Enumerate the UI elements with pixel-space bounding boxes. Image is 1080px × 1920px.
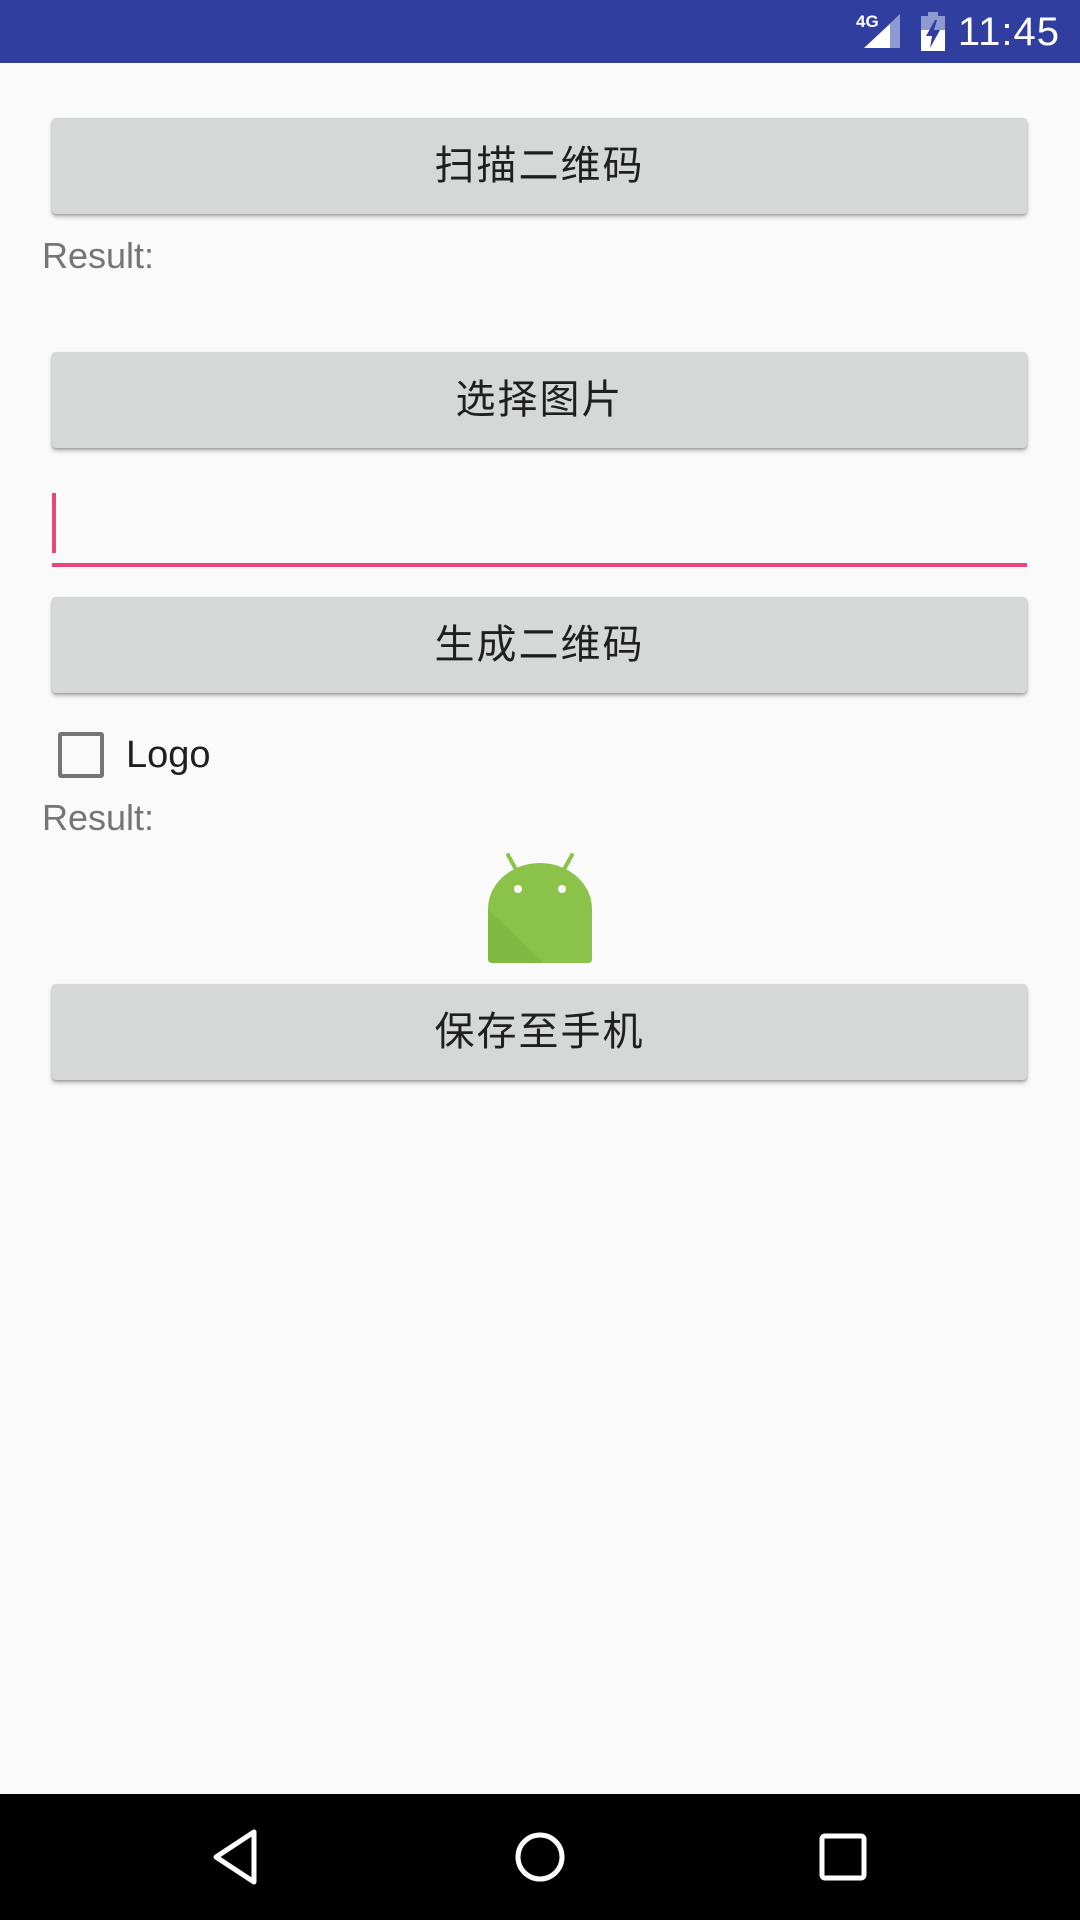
generate-qr-button[interactable]: 生成二维码 bbox=[52, 597, 1027, 693]
back-icon[interactable] bbox=[202, 1822, 272, 1892]
text-cursor bbox=[52, 493, 56, 553]
save-to-phone-button[interactable]: 保存至手机 bbox=[52, 984, 1027, 1080]
status-bar: 4G 11:45 bbox=[0, 0, 1080, 63]
logo-checkbox-label[interactable]: Logo bbox=[126, 734, 211, 777]
qr-text-input[interactable] bbox=[52, 485, 1027, 567]
main-content: 扫描二维码 Result: 选择图片 生成二维码 Logo Result: 保存… bbox=[0, 63, 1080, 1793]
navigation-bar bbox=[0, 1794, 1080, 1920]
android-icon bbox=[488, 853, 592, 963]
generate-result-label: Result: bbox=[42, 797, 155, 838]
battery-icon bbox=[921, 12, 945, 51]
scan-result-label: Result: bbox=[42, 235, 155, 276]
clock: 11:45 bbox=[957, 10, 1060, 54]
home-icon[interactable] bbox=[505, 1822, 575, 1892]
logo-checkbox-row[interactable]: Logo bbox=[58, 727, 211, 783]
logo-checkbox[interactable] bbox=[58, 732, 104, 778]
recents-icon[interactable] bbox=[808, 1822, 878, 1892]
scan-qr-button[interactable]: 扫描二维码 bbox=[52, 118, 1027, 214]
signal-icon bbox=[864, 14, 900, 48]
choose-image-button[interactable]: 选择图片 bbox=[52, 352, 1027, 448]
